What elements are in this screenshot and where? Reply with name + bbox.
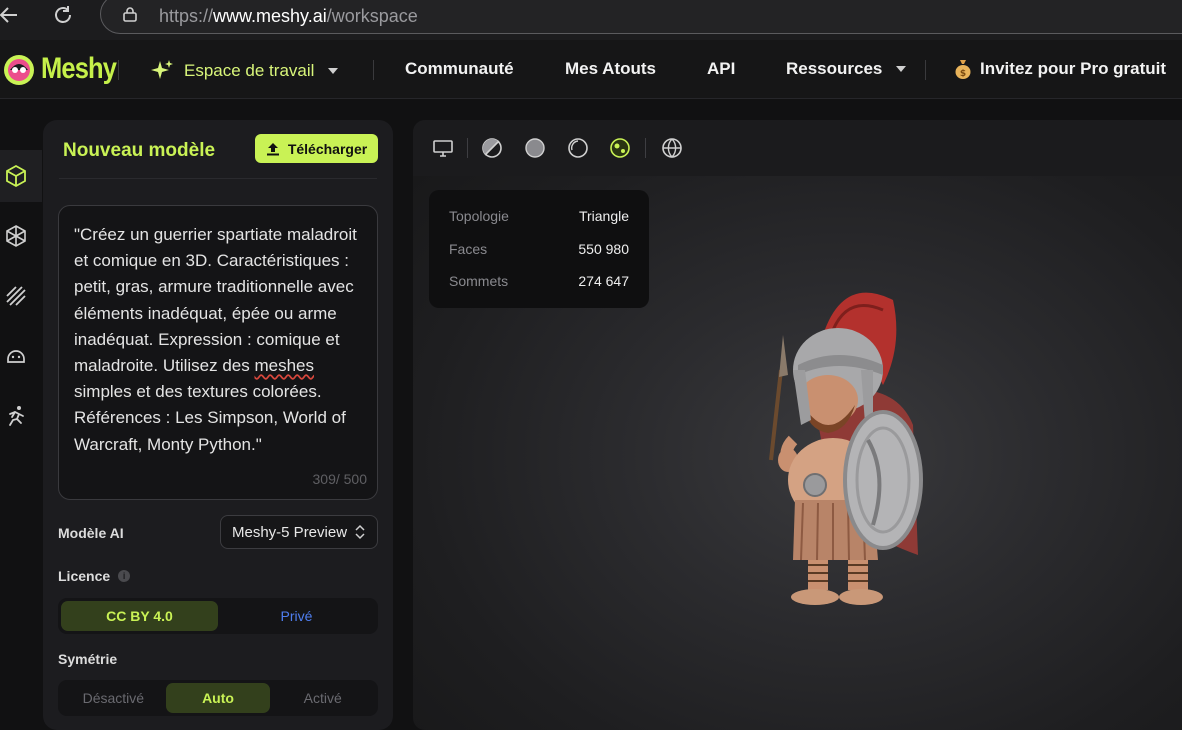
license-option-cc-by[interactable]: CC BY 4.0 [61, 601, 218, 631]
chevron-down-icon [328, 68, 339, 74]
symmetry-option-auto[interactable]: Auto [165, 683, 271, 713]
reload-icon[interactable] [48, 3, 78, 33]
spartan-warrior-model [769, 292, 923, 605]
chevron-down-icon [896, 66, 907, 72]
tool-rail [0, 100, 42, 717]
monitor-icon[interactable] [431, 136, 455, 160]
prompt-textarea[interactable]: "Créez un guerrier spartiate maladroit e… [58, 205, 378, 500]
lock-icon [123, 7, 137, 22]
url-text: https://www.meshy.ai/workspace [159, 6, 418, 26]
rail-texture[interactable] [0, 210, 42, 262]
sparkle-icon [151, 60, 173, 79]
address-bar[interactable]: https://www.meshy.ai/workspace [100, 0, 1182, 34]
nav-api[interactable]: API [707, 59, 735, 79]
nav-workspace[interactable]: Espace de travail [150, 59, 339, 83]
ai-model-label: Modèle AI [58, 525, 124, 541]
helmet-icon [7, 350, 25, 363]
svg-text:$: $ [960, 69, 966, 79]
updown-chevron-icon [355, 524, 365, 540]
logo-text: Meshy [41, 52, 117, 85]
viewport-toolbar [413, 120, 1182, 176]
top-nav: Meshy Espace de travail Communauté Mes A… [0, 40, 1182, 99]
upload-icon [266, 142, 279, 155]
stat-topology: Topologie Triangle [449, 208, 629, 224]
cube-icon [6, 164, 26, 188]
rail-helmet[interactable] [0, 330, 42, 382]
nav-community[interactable]: Communauté [405, 59, 514, 79]
misspelled-word: meshes [254, 356, 314, 376]
rail-cube[interactable] [0, 150, 42, 202]
license-label: Licence i [58, 568, 131, 584]
license-option-private[interactable]: Privé [218, 601, 375, 631]
solid-sphere-icon[interactable] [523, 136, 547, 160]
char-count: 309/ 500 [312, 471, 368, 487]
nav-my-assets[interactable]: Mes Atouts [565, 59, 656, 79]
arrow-left-icon[interactable] [0, 3, 24, 33]
rail-stripes[interactable] [0, 270, 42, 322]
texture-icon [6, 225, 26, 247]
running-icon [9, 406, 24, 426]
symmetry-option-off[interactable]: Désactivé [61, 683, 166, 713]
symmetry-toggle: Désactivé Auto Activé [58, 680, 378, 716]
info-icon[interactable]: i [118, 570, 131, 582]
meshy-logo[interactable]: Meshy [0, 50, 129, 88]
stat-vertices: Sommets 274 647 [449, 273, 629, 289]
browser-bar: https://www.meshy.ai/workspace [0, 0, 1182, 40]
logo-mark-icon [0, 50, 38, 88]
mesh-stats-panel: Topologie Triangle Faces 550 980 Sommets 27… [429, 190, 649, 308]
panel-title: Nouveau modèle [63, 140, 216, 161]
nav-invite[interactable]: $ Invitez pour Pro gratuit [954, 59, 1166, 79]
globe-icon[interactable] [660, 136, 684, 160]
symmetry-option-on[interactable]: Activé [270, 683, 375, 713]
upload-button[interactable]: Télécharger [255, 134, 378, 163]
half-sphere-icon[interactable] [480, 136, 504, 160]
stat-faces: Faces 550 980 [449, 241, 629, 257]
rail-animate[interactable] [0, 390, 42, 442]
license-toggle: CC BY 4.0 Privé [58, 598, 378, 634]
model-viewport[interactable]: Topologie Triangle Faces 550 980 Sommets 27… [413, 120, 1182, 730]
stripes-icon [6, 286, 26, 306]
new-model-panel: Nouveau modèle Télécharger "Créez un gue… [43, 120, 393, 730]
money-bag-icon: $ [955, 60, 971, 79]
textured-sphere-icon[interactable] [608, 136, 632, 160]
outline-sphere-icon[interactable] [566, 136, 590, 160]
nav-resources[interactable]: Ressources [786, 59, 907, 79]
symmetry-label: Symétrie [58, 651, 118, 667]
prompt-text: "Créez un guerrier spartiate maladroit e… [74, 225, 357, 454]
ai-model-select[interactable]: Meshy-5 Preview [220, 515, 378, 549]
